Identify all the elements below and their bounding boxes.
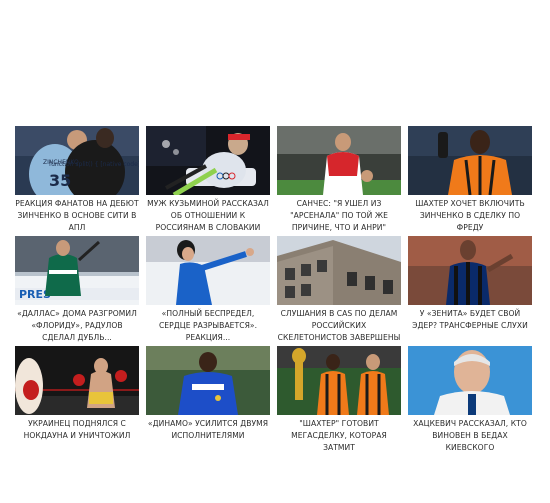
- news-headline[interactable]: МУЖ КУЗЬМИНОЙ РАССКАЗАЛ ОБ ОТНОШЕНИИ К Р…: [146, 198, 270, 234]
- news-headline[interactable]: У «ЗЕНИТА» БУДЕТ СВОЙ ЭДЕР? ТРАНСФЕРНЫЕ …: [408, 308, 532, 344]
- hockey-player-celebrating-photo: PRES: [15, 236, 139, 305]
- news-thumbnail[interactable]: [408, 346, 532, 415]
- news-headline[interactable]: «ПОЛНЫЙ БЕСПРЕДЕЛ, СЕРДЦЕ РАЗРЫВАЕТСЯ». …: [146, 308, 270, 344]
- news-thumbnail[interactable]: [277, 346, 401, 415]
- coach-portrait-photo: [408, 346, 532, 415]
- news-card[interactable]: СЛУШАНИЯ В CAS ПО ДЕЛАМ РОССИЙСКИХ СКЕЛЕ…: [277, 236, 401, 346]
- news-thumbnail[interactable]: [15, 346, 139, 415]
- svg-text:35: 35: [49, 171, 71, 190]
- shakhtar-players-with-trophy-photo: [277, 346, 401, 415]
- news-thumbnail[interactable]: [146, 346, 270, 415]
- news-thumbnail[interactable]: [146, 126, 270, 195]
- boxing-match-photo: [15, 346, 139, 415]
- blue-kit-player-photo: [146, 346, 270, 415]
- news-grid: function split() { [native code] } ZINCH…: [15, 126, 532, 456]
- news-card[interactable]: У «ЗЕНИТА» БУДЕТ СВОЙ ЭДЕР? ТРАНСФЕРНЫЕ …: [408, 236, 532, 346]
- news-headline[interactable]: «ДИНАМО» УСИЛИТСЯ ДВУМЯ ИСПОЛНИТЕЛЯМИ: [146, 418, 270, 454]
- news-card[interactable]: «ПОЛНЫЙ БЕСПРЕДЕЛ, СЕРДЦЕ РАЗРЫВАЕТСЯ». …: [146, 236, 270, 346]
- figure-skater-photo: [146, 236, 270, 305]
- news-card[interactable]: ШАХТЕР ХОЧЕТ ВКЛЮЧИТЬ ЗИНЧЕНКО В СДЕЛКУ …: [408, 126, 532, 236]
- news-thumbnail[interactable]: [146, 236, 270, 305]
- news-thumbnail[interactable]: [408, 126, 532, 195]
- news-headline[interactable]: САНЧЕС: "Я УШЕЛ ИЗ "АРСЕНАЛА" ПО ТОЙ ЖЕ …: [277, 198, 401, 234]
- arsenal-player-photo: [277, 126, 401, 195]
- news-headline[interactable]: "ШАХТЕР" ГОТОВИТ МЕГАСДЕЛКУ, КОТОРАЯ ЗАТ…: [277, 418, 401, 454]
- news-card[interactable]: PRES «ДАЛЛАС» ДОМА РАЗГРОМИЛ «ФЛОРИДУ», …: [15, 236, 139, 346]
- football-players-hugging-photo: function split() { [native code] } ZINCH…: [15, 126, 139, 195]
- news-thumbnail[interactable]: [277, 126, 401, 195]
- news-thumbnail[interactable]: PRES: [15, 236, 139, 305]
- news-thumbnail[interactable]: function split() { [native code] } ZINCH…: [15, 126, 139, 195]
- news-headline[interactable]: РЕАКЦИЯ ФАНАТОВ НА ДЕБЮТ ЗИНЧЕНКО В ОСНО…: [15, 198, 139, 234]
- news-card[interactable]: ХАЦКЕВИЧ РАССКАЗАЛ, КТО ВИНОВЕН В БЕДАХ …: [408, 346, 532, 456]
- cas-building-photo: [277, 236, 401, 305]
- svg-text:ZINCHENKO: ZINCHENKO: [43, 159, 79, 166]
- news-card[interactable]: «ДИНАМО» УСИЛИТСЯ ДВУМЯ ИСПОЛНИТЕЛЯМИ: [146, 346, 270, 456]
- news-headline[interactable]: ХАЦКЕВИЧ РАССКАЗАЛ, КТО ВИНОВЕН В БЕДАХ …: [408, 418, 532, 454]
- news-headline[interactable]: УКРАИНЕЦ ПОДНЯЛСЯ С НОКДАУНА И УНИЧТОЖИЛ: [15, 418, 139, 454]
- news-thumbnail[interactable]: [408, 236, 532, 305]
- news-thumbnail[interactable]: [277, 236, 401, 305]
- news-card[interactable]: МУЖ КУЗЬМИНОЙ РАССКАЗАЛ ОБ ОТНОШЕНИИ К Р…: [146, 126, 270, 236]
- news-card[interactable]: САНЧЕС: "Я УШЕЛ ИЗ "АРСЕНАЛА" ПО ТОЙ ЖЕ …: [277, 126, 401, 236]
- news-card[interactable]: function split() { [native code] } ZINCH…: [15, 126, 139, 236]
- news-card[interactable]: "ШАХТЕР" ГОТОВИТ МЕГАСДЕЛКУ, КОТОРАЯ ЗАТ…: [277, 346, 401, 456]
- shakhtar-player-photo: [408, 126, 532, 195]
- news-card[interactable]: УКРАИНЕЦ ПОДНЯЛСЯ С НОКДАУНА И УНИЧТОЖИЛ: [15, 346, 139, 456]
- news-headline[interactable]: «ДАЛЛАС» ДОМА РАЗГРОМИЛ «ФЛОРИДУ», РАДУЛ…: [15, 308, 139, 344]
- biathlete-racing-photo: [146, 126, 270, 195]
- inter-player-photo: [408, 236, 532, 305]
- news-headline[interactable]: ШАХТЕР ХОЧЕТ ВКЛЮЧИТЬ ЗИНЧЕНКО В СДЕЛКУ …: [408, 198, 532, 234]
- news-headline[interactable]: СЛУШАНИЯ В CAS ПО ДЕЛАМ РОССИЙСКИХ СКЕЛЕ…: [277, 308, 401, 344]
